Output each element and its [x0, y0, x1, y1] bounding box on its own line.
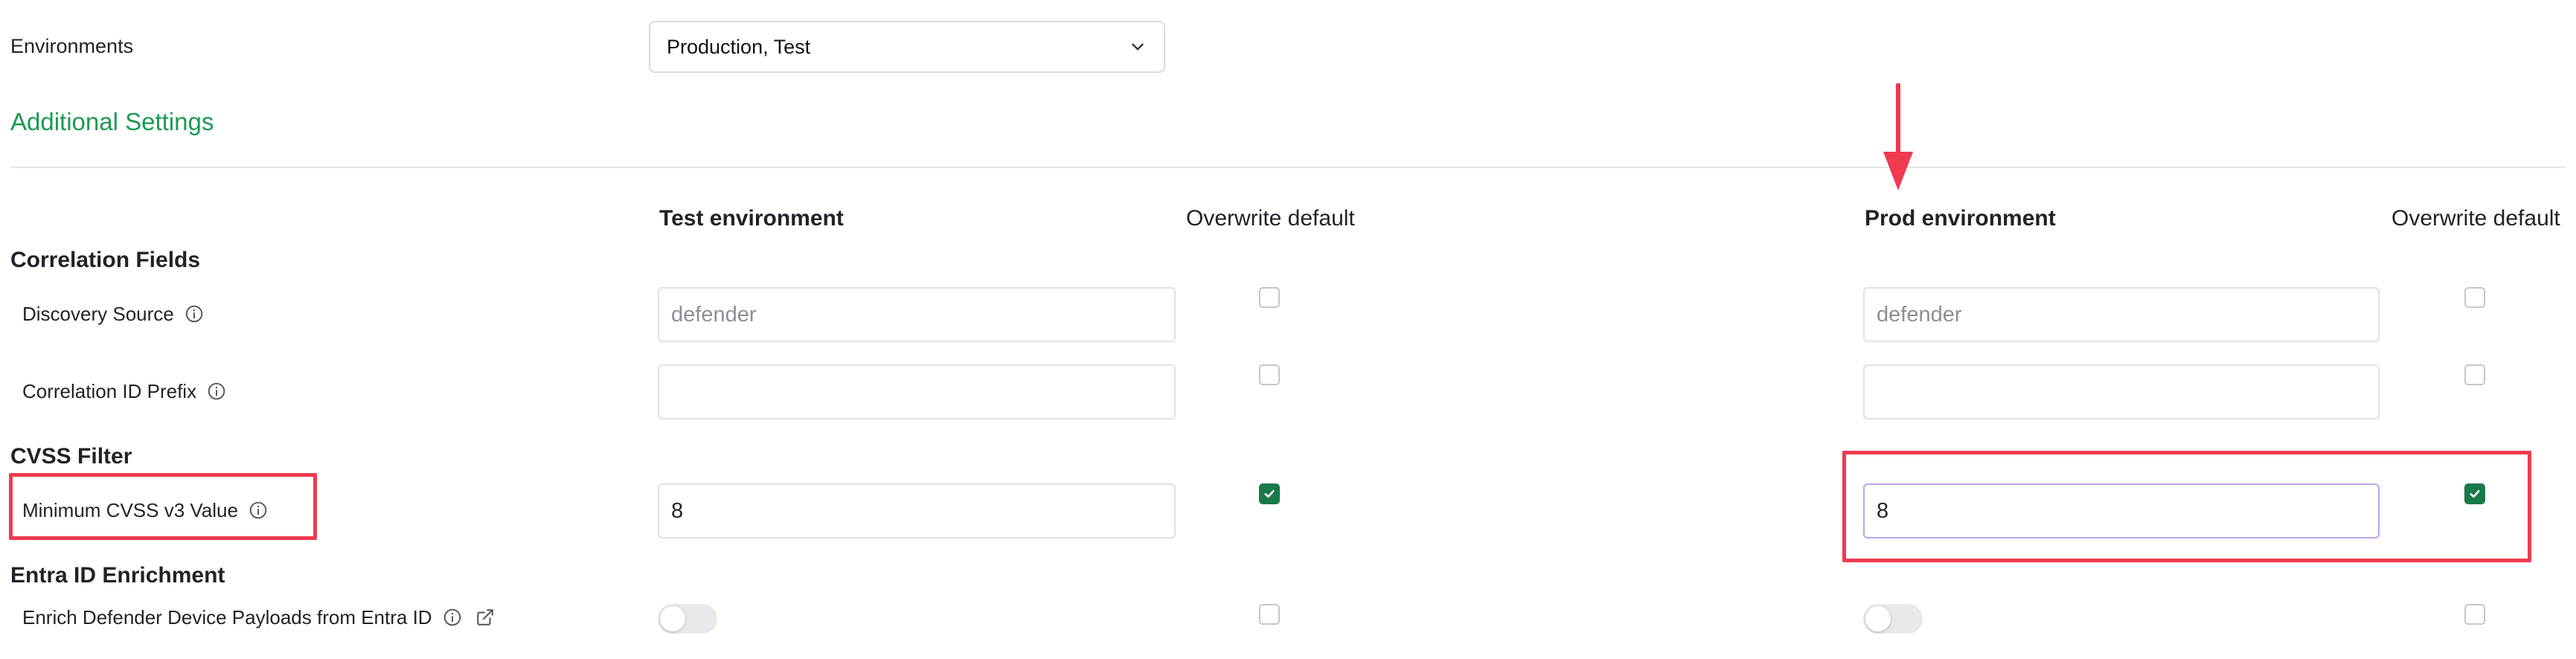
- correlation-id-prefix-label: Correlation ID Prefix: [22, 378, 226, 405]
- enrich-entra-prod-overwrite-checkbox[interactable]: [2464, 604, 2485, 625]
- discovery-source-test-input[interactable]: [658, 287, 1176, 342]
- checkmark-icon: [1264, 489, 1275, 498]
- min-cvss-test-overwrite-checkbox[interactable]: [1259, 483, 1280, 504]
- environments-label: Environments: [10, 35, 134, 57]
- discovery-source-prod-overwrite-checkbox[interactable]: [2464, 287, 2485, 308]
- min-cvss-prod-input[interactable]: [1863, 483, 2380, 539]
- info-icon[interactable]: [185, 304, 204, 324]
- correlation-id-prefix-prod-overwrite-checkbox[interactable]: [2464, 364, 2485, 385]
- discovery-source-prod-input[interactable]: [1863, 287, 2380, 342]
- prod-overwrite-header: Overwrite default: [2391, 206, 2560, 231]
- entra-enrichment-title: Entra ID Enrichment: [10, 563, 225, 588]
- min-cvss-label: Minimum CVSS v3 Value: [22, 497, 268, 524]
- chevron-down-icon: [1132, 43, 1144, 51]
- min-cvss-test-input[interactable]: [658, 483, 1176, 539]
- toggle-knob: [1865, 606, 1891, 631]
- test-overwrite-header: Overwrite default: [1186, 206, 1355, 231]
- environments-select-value: Production, Test: [667, 35, 811, 58]
- info-icon[interactable]: [443, 608, 462, 627]
- additional-settings-title: Additional Settings: [10, 108, 214, 135]
- test-environment-header: Test environment: [659, 206, 844, 231]
- correlation-id-prefix-prod-input[interactable]: [1863, 364, 2380, 419]
- external-link-icon[interactable]: [475, 608, 495, 627]
- section-divider: [10, 167, 2566, 168]
- enrich-entra-prod-toggle[interactable]: [1863, 604, 1923, 634]
- min-cvss-label-text: Minimum CVSS v3 Value: [22, 499, 238, 521]
- toggle-knob: [660, 606, 685, 631]
- environments-select[interactable]: Production, Test: [649, 21, 1165, 73]
- min-cvss-prod-overwrite-checkbox[interactable]: [2464, 483, 2485, 504]
- correlation-id-prefix-label-text: Correlation ID Prefix: [22, 380, 197, 402]
- discovery-source-label: Discovery Source: [22, 300, 204, 327]
- cvss-filter-title: CVSS Filter: [10, 444, 132, 469]
- info-icon[interactable]: [249, 501, 268, 520]
- enrich-entra-label-text: Enrich Defender Device Payloads from Ent…: [22, 606, 432, 629]
- enrich-entra-test-toggle[interactable]: [658, 604, 717, 634]
- info-icon[interactable]: [207, 382, 226, 401]
- checkmark-icon: [2470, 489, 2480, 498]
- discovery-source-label-text: Discovery Source: [22, 303, 174, 325]
- down-arrow-annotation: [1883, 83, 1913, 190]
- enrich-entra-label: Enrich Defender Device Payloads from Ent…: [22, 604, 495, 631]
- correlation-id-prefix-test-input[interactable]: [658, 364, 1176, 419]
- prod-environment-header: Prod environment: [1865, 206, 2056, 231]
- correlation-fields-title: Correlation Fields: [10, 248, 201, 272]
- discovery-source-test-overwrite-checkbox[interactable]: [1259, 287, 1280, 308]
- enrich-entra-test-overwrite-checkbox[interactable]: [1259, 604, 1280, 625]
- correlation-id-prefix-test-overwrite-checkbox[interactable]: [1259, 364, 1280, 385]
